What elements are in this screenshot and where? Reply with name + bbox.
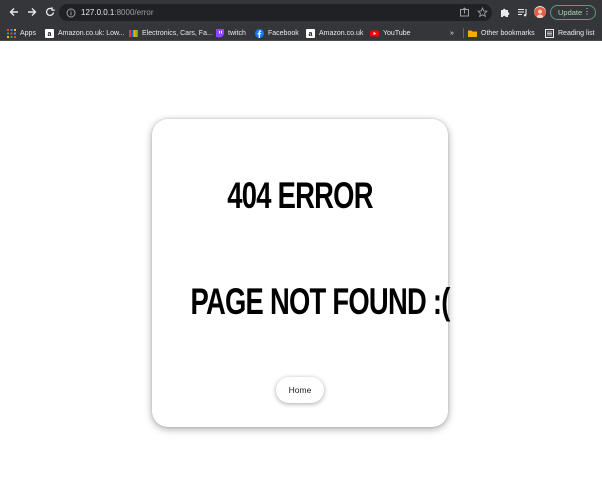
overflow-chevron-icon: » — [450, 29, 454, 37]
url-host: 127.0.0.1 — [81, 8, 115, 17]
error-card: 404 ERROR PAGE NOT FOUND :( Home — [152, 119, 450, 427]
site-info-icon[interactable] — [66, 8, 76, 18]
bookmarks-overflow-button[interactable]: » — [450, 27, 454, 39]
svg-text:a: a — [48, 31, 52, 38]
more-menu-icon[interactable]: ⋮ — [583, 7, 591, 16]
bookmark-label: Apps — [20, 29, 36, 37]
browser-toolbar: 127.0.0.1:8000/error Update ⋮ — [0, 0, 602, 24]
extensions-puzzle-icon[interactable] — [499, 7, 510, 18]
bookmark-amazon[interactable]: a Amazon.co.uk — [306, 27, 363, 39]
back-arrow-icon — [9, 8, 18, 16]
bookmark-ebay[interactable]: Electronics, Cars, Fa... — [129, 27, 213, 39]
bookmark-youtube[interactable]: YouTube — [370, 27, 411, 39]
reading-list-icon — [545, 28, 554, 38]
media-control-icon[interactable] — [517, 7, 528, 18]
amazon-icon: a — [306, 28, 315, 38]
bookmark-other-bookmarks[interactable]: Other bookmarks — [468, 27, 535, 39]
bookmarks-divider — [463, 28, 464, 38]
reload-button[interactable] — [41, 3, 59, 21]
share-icon[interactable] — [459, 7, 470, 18]
twitch-icon — [215, 28, 224, 38]
svg-text:a: a — [309, 31, 313, 38]
bookmark-star-icon[interactable] — [477, 7, 488, 18]
update-button[interactable]: Update ⋮ — [550, 5, 596, 20]
reading-list-button[interactable]: Reading list — [545, 27, 595, 39]
back-button[interactable] — [5, 3, 23, 21]
update-button-label: Update — [558, 8, 583, 17]
youtube-icon — [370, 29, 379, 38]
bookmark-apps[interactable]: Apps — [7, 27, 36, 39]
apps-grid-icon — [7, 28, 16, 38]
bookmarks-bar: Apps a Amazon.co.uk: Low... Electronics,… — [0, 24, 602, 41]
bookmark-label: YouTube — [383, 29, 411, 37]
bookmark-label: Other bookmarks — [481, 29, 535, 37]
forward-arrow-icon — [28, 8, 37, 16]
bookmark-label: Reading list — [558, 29, 595, 37]
bookmark-amazon-low[interactable]: a Amazon.co.uk: Low... — [45, 27, 125, 39]
profile-avatar[interactable] — [534, 6, 546, 18]
ebay-icon — [129, 29, 138, 38]
url-text[interactable]: 127.0.0.1:8000/error — [81, 8, 154, 17]
home-button[interactable]: Home — [276, 377, 324, 403]
error-title: 404 ERROR — [227, 175, 373, 216]
bookmark-label: Facebook — [268, 29, 299, 37]
bookmark-twitch[interactable]: twitch — [215, 27, 246, 39]
bookmark-label: Amazon.co.uk — [319, 29, 364, 37]
bookmark-label: Amazon.co.uk: Low... — [58, 29, 125, 37]
address-bar[interactable]: 127.0.0.1:8000/error — [59, 4, 492, 21]
bookmark-label: twitch — [228, 29, 246, 37]
error-message: PAGE NOT FOUND :( — [190, 281, 450, 322]
bookmark-label: Electronics, Cars, Fa... — [142, 29, 213, 37]
facebook-icon — [255, 28, 264, 38]
forward-button[interactable] — [23, 3, 41, 21]
reload-icon — [45, 7, 55, 17]
amazon-icon: a — [45, 28, 54, 38]
url-path: :8000/error — [114, 8, 154, 17]
folder-icon — [468, 29, 477, 38]
bookmark-facebook[interactable]: Facebook — [255, 27, 299, 39]
